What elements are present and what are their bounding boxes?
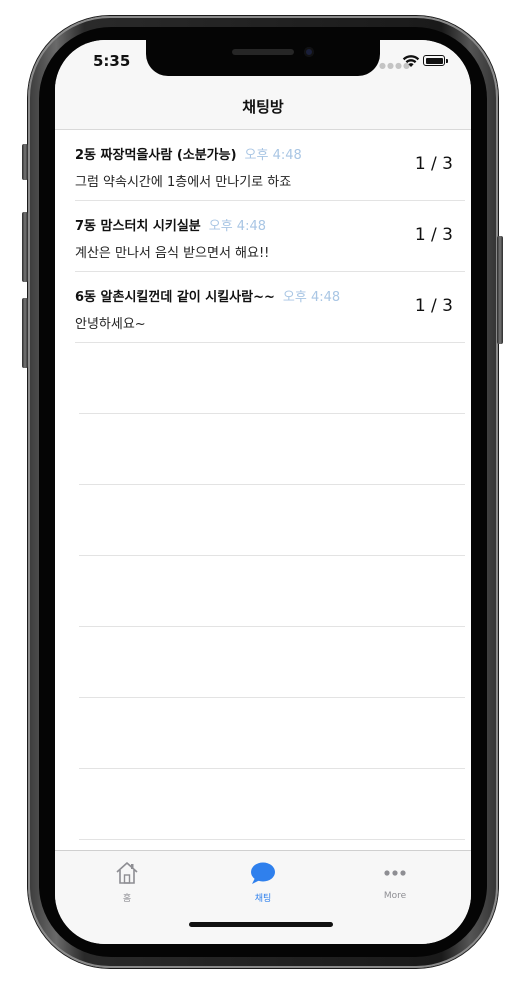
tab-home[interactable]: 홈: [87, 861, 167, 904]
chat-room-title: 6동 알촌시킬껀데 같이 시킬사람~~: [75, 290, 275, 305]
device-notch: [146, 40, 380, 76]
chat-room-last-message: 그럼 약속시간에 1층에서 만나기로 하죠: [75, 175, 292, 190]
empty-list-row: [79, 414, 465, 485]
chat-room-time: 오후 4:48: [244, 148, 302, 163]
empty-list-row: [79, 627, 465, 698]
home-indicator[interactable]: [189, 922, 333, 927]
side-power-button: [497, 236, 503, 344]
chat-room-last-message: 안녕하세요~: [75, 317, 146, 332]
chat-list: 2동 짜장먹을사람 (소분가능) 오후 4:48 그럼 약속시간에 1층에서 만나…: [55, 130, 471, 840]
tab-chat-label: 채팅: [254, 894, 272, 904]
speaker-grille: [232, 49, 294, 55]
chat-room-row[interactable]: 2동 짜장먹을사람 (소분가능) 오후 4:48 그럼 약속시간에 1층에서 만나…: [75, 130, 465, 201]
mute-switch: [22, 144, 28, 180]
battery-icon: [423, 55, 448, 66]
chat-room-title: 7동 맘스터치 시키실분: [75, 219, 201, 234]
chat-room-row[interactable]: 7동 맘스터치 시키실분 오후 4:48 계산은 만나서 음식 받으면서 해요!!…: [75, 201, 465, 272]
chat-room-title: 2동 짜장먹을사람 (소분가능): [75, 148, 237, 163]
chat-room-member-count: 1 / 3: [414, 296, 453, 316]
chat-room-last-message: 계산은 만나서 음식 받으면서 해요!!: [75, 246, 270, 261]
navigation-bar: 채팅방: [55, 88, 471, 130]
chat-bubble-icon: [251, 862, 275, 884]
tab-more-label: More: [383, 891, 407, 901]
empty-list-row: [79, 698, 465, 769]
status-time: 5:35: [93, 52, 131, 70]
empty-list-row: [79, 485, 465, 556]
chat-room-member-count: 1 / 3: [414, 154, 453, 174]
volume-down-button: [22, 298, 28, 368]
chat-room-time: 오후 4:48: [282, 290, 341, 305]
empty-list-row: [79, 769, 465, 840]
tab-home-label: 홈: [122, 894, 132, 904]
app-screen: 5:35 ●●●● 채팅방 2동 짜장먹을사람 (소분가능) 오후 4:48 그럼…: [55, 40, 471, 944]
front-camera: [304, 47, 314, 57]
volume-up-button: [22, 212, 28, 282]
tab-more[interactable]: More: [355, 861, 435, 901]
more-dots-icon: [384, 870, 406, 876]
page-title: 채팅방: [242, 98, 284, 116]
tab-chat[interactable]: 채팅: [223, 861, 303, 904]
chat-room-time: 오후 4:48: [208, 219, 266, 234]
chat-room-member-count: 1 / 3: [414, 225, 453, 245]
chat-room-row[interactable]: 6동 알촌시킬껀데 같이 시킬사람~~ 오후 4:48 안녕하세요~ 1 / 3: [75, 272, 465, 343]
home-icon: [116, 862, 138, 884]
tab-bar: 홈 채팅 More: [55, 850, 471, 944]
empty-list-row: [79, 343, 465, 414]
empty-list-row: [79, 556, 465, 627]
wifi-icon: [402, 55, 420, 67]
